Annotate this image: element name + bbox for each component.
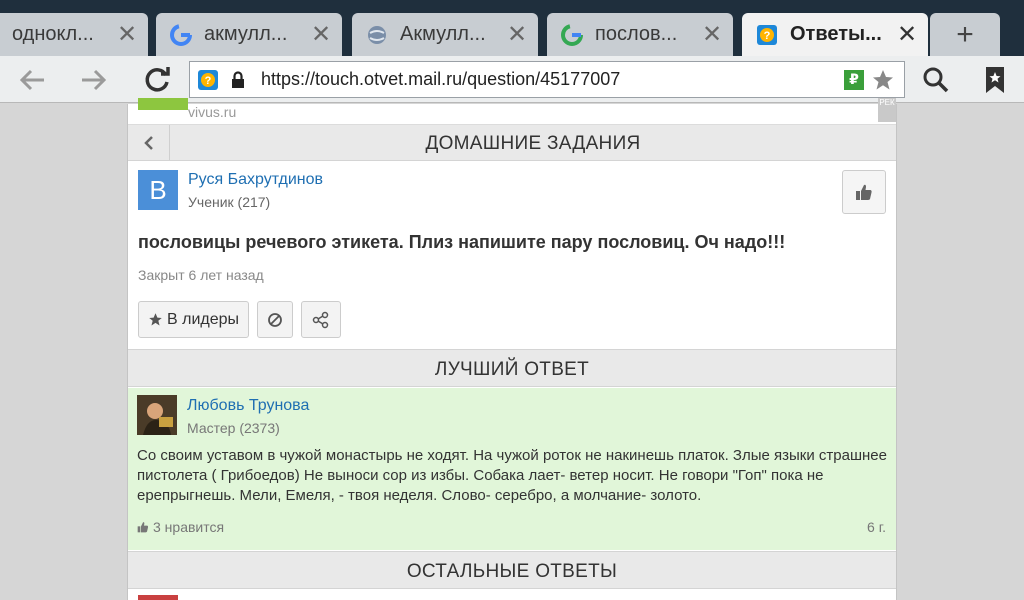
content-column: vivus.ru РЕК ДОМАШНИЕ ЗАДАНИЯ В Руся Бах… [127,98,897,600]
category-back-button[interactable] [128,125,170,160]
browser-tab-1[interactable]: однокл... ✕ [0,13,148,56]
page-content: vivus.ru РЕК ДОМАШНИЕ ЗАДАНИЯ В Руся Бах… [0,98,1024,600]
answer-likes[interactable]: 3 нравится [137,519,224,535]
tab-title: Акмулл... [400,23,486,45]
avatar[interactable]: В [138,170,178,210]
chevron-left-icon [143,135,153,150]
answer-text: Со своим уставом в чужой монастырь не хо… [137,447,887,504]
likes-count: 3 нравится [153,519,225,535]
answer-author[interactable]: Любовь Трунова [187,397,309,415]
lock-icon[interactable] [227,69,249,91]
back-button[interactable] [14,64,50,96]
svg-text:?: ? [205,75,212,87]
search-icon [923,67,949,93]
other-answers-heading: ОСТАЛЬНЫЕ ОТВЕТЫ [128,551,896,589]
avatar[interactable] [137,395,177,435]
thumbs-up-icon [137,521,149,533]
close-tab-icon[interactable]: ✕ [697,20,727,49]
thumbs-up-icon [856,184,872,200]
question-title: пословицы речевого этикета. Плиз напишит… [138,232,786,252]
browser-tab-5[interactable]: ? Ответы... ✕ [742,13,928,56]
category-title[interactable]: ДОМАШНИЕ ЗАДАНИЯ [170,125,896,160]
ad-banner[interactable]: vivus.ru РЕК [128,98,896,125]
bookmark-star-icon[interactable] [870,68,896,92]
arrow-left-icon [19,69,44,91]
reload-button[interactable] [139,64,175,96]
like-question-button[interactable] [842,170,886,214]
browser-tab-4[interactable]: послов... ✕ [547,13,733,56]
new-tab-button[interactable]: + [930,13,1000,56]
question-status: Закрыт 6 лет назад [138,267,264,283]
ad-badge: РЕК [878,98,896,122]
question-author-rank: Ученик (217) [188,194,271,210]
ad-logo [138,98,188,110]
ruble-extension-icon[interactable]: ₽ [844,69,864,90]
to-leaders-label: В лидеры [166,310,240,328]
forward-button[interactable] [76,64,112,96]
browser-tab-strip: однокл... ✕ акмулл... ✕ Акмулл... ✕ посл… [0,0,1024,56]
bookmark-icon [986,67,1004,93]
close-tab-icon[interactable]: ✕ [306,20,336,49]
tab-title: послов... [595,23,678,45]
star-icon [148,312,163,327]
report-button[interactable] [257,301,293,338]
otvet-mail-icon: ? [756,24,778,46]
close-tab-icon[interactable]: ✕ [112,20,142,49]
browser-tab-2[interactable]: акмулл... ✕ [156,13,342,56]
tab-title: однокл... [12,23,94,45]
google-icon [561,23,583,46]
svg-text:?: ? [764,30,771,42]
answer-age: 6 г. [867,519,886,535]
tab-title: Ответы... [790,23,882,45]
browser-toolbar: ? https://touch.otvet.mail.ru/question/4… [0,56,1024,103]
bookmarks-button[interactable] [977,64,1013,96]
share-icon [312,311,329,328]
category-bar: ДОМАШНИЕ ЗАДАНИЯ [128,125,896,161]
globe-icon [366,24,388,46]
otvet-mail-icon: ? [197,69,219,91]
avatar[interactable] [138,595,178,600]
reload-icon [145,67,170,92]
best-answer: Любовь Трунова Мастер (2373) Со своим ус… [128,388,896,550]
question-author[interactable]: Руся Бахрутдинов [188,171,323,189]
google-icon [170,23,192,46]
share-button[interactable] [301,301,341,338]
ad-url[interactable]: vivus.ru [188,104,236,120]
close-tab-icon[interactable]: ✕ [892,20,922,49]
search-button[interactable] [918,64,954,96]
answer-author-rank: Мастер (2373) [187,420,280,436]
to-leaders-button[interactable]: В лидеры [138,301,249,338]
address-bar[interactable]: ? https://touch.otvet.mail.ru/question/4… [189,61,905,98]
browser-tab-3[interactable]: Акмулл... ✕ [352,13,538,56]
url-text[interactable]: https://touch.otvet.mail.ru/question/451… [261,69,844,90]
block-icon [268,312,282,327]
best-answer-heading: ЛУЧШИЙ ОТВЕТ [128,349,896,387]
tab-title: акмулл... [204,23,288,45]
arrow-right-icon [82,69,107,91]
close-tab-icon[interactable]: ✕ [502,20,532,49]
